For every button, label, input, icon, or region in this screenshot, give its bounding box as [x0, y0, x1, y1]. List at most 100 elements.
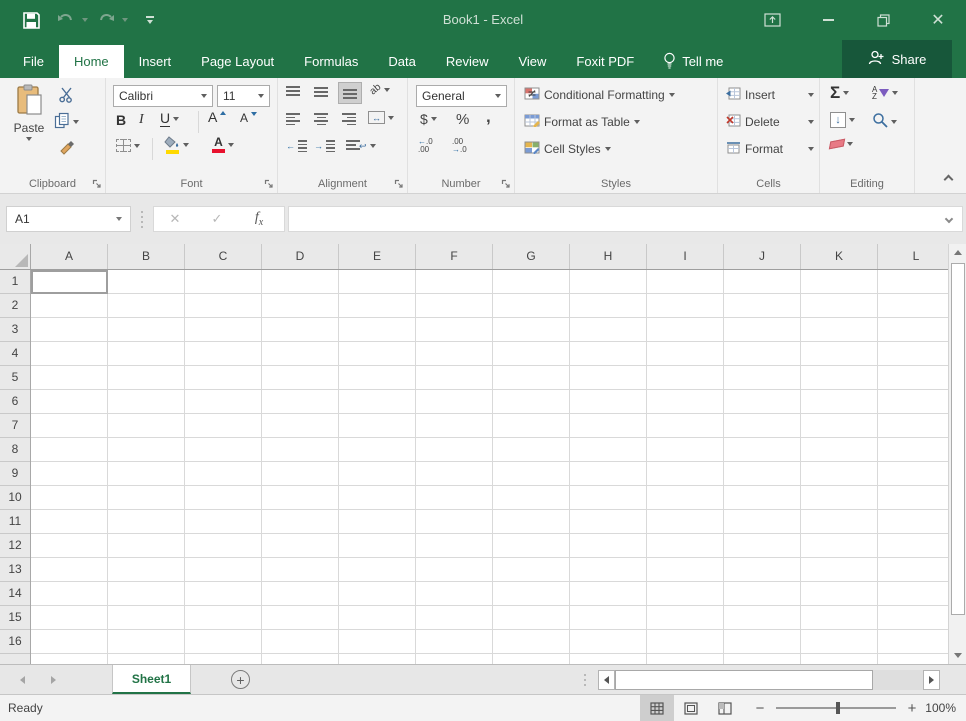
merge-center-button[interactable]: ↔ [368, 111, 394, 124]
middle-align-button[interactable] [314, 86, 328, 98]
row-header-3[interactable]: 3 [0, 318, 30, 342]
row-header-11[interactable]: 11 [0, 510, 30, 534]
scroll-right-button[interactable] [923, 669, 940, 690]
row-header-9[interactable]: 9 [0, 462, 30, 486]
row-header-13[interactable]: 13 [0, 558, 30, 582]
cell-styles-button[interactable]: Cell Styles [524, 141, 611, 157]
row-header-10[interactable]: 10 [0, 486, 30, 510]
zoom-percentage[interactable]: 100% [920, 701, 966, 715]
decrease-decimal-button[interactable]: .00 →.0 [452, 138, 467, 154]
insert-function-icon[interactable]: fx [238, 210, 280, 228]
accounting-format-button[interactable]: $ [420, 111, 437, 127]
alignment-dialog-launcher[interactable] [394, 178, 404, 188]
name-box-dropdown[interactable] [116, 217, 122, 221]
wrap-text-button[interactable]: ↩ [346, 140, 376, 152]
sheet-tab-sheet1[interactable]: Sheet1 [112, 665, 191, 694]
ribbon-display-options-icon[interactable] [760, 0, 784, 40]
font-size-combo[interactable]: 11 [217, 85, 270, 107]
underline-button[interactable]: U [160, 111, 180, 127]
horizontal-scrollbar[interactable] [598, 669, 940, 690]
column-header-E[interactable]: E [339, 244, 416, 269]
bottom-align-button[interactable] [338, 82, 362, 104]
sort-filter-button[interactable]: AZ [872, 86, 899, 101]
clear-button[interactable] [828, 138, 853, 150]
tab-view[interactable]: View [503, 45, 561, 78]
align-right-button[interactable] [342, 113, 356, 125]
page-break-preview-button[interactable] [708, 695, 742, 721]
spreadsheet-cells[interactable] [31, 270, 948, 664]
zoom-out-button[interactable]: − [752, 700, 768, 717]
prev-sheet-arrow[interactable] [20, 675, 25, 684]
formula-input[interactable] [288, 206, 963, 232]
minimize-button[interactable] [816, 0, 840, 40]
align-left-button[interactable] [286, 113, 300, 125]
paste-button[interactable]: Paste [8, 84, 50, 162]
cancel-icon[interactable]: ✕ [154, 211, 196, 227]
decrease-indent-button[interactable]: ← [286, 140, 307, 152]
format-as-table-button[interactable]: Format as Table [524, 114, 640, 130]
new-sheet-button[interactable]: + [231, 670, 250, 689]
row-header-8[interactable]: 8 [0, 438, 30, 462]
scroll-down-button[interactable] [950, 647, 966, 664]
column-header-A[interactable]: A [31, 244, 108, 269]
row-header-16[interactable]: 16 [0, 630, 30, 654]
column-header-K[interactable]: K [801, 244, 878, 269]
row-header-14[interactable]: 14 [0, 582, 30, 606]
zoom-slider[interactable] [776, 702, 896, 714]
percent-style-button[interactable]: % [456, 111, 469, 128]
column-header-F[interactable]: F [416, 244, 493, 269]
tab-review[interactable]: Review [431, 45, 504, 78]
fill-button[interactable]: ↓ [830, 112, 855, 128]
restore-button[interactable] [871, 0, 895, 40]
row-header-6[interactable]: 6 [0, 390, 30, 414]
tab-bar-drag-handle[interactable] [584, 673, 586, 686]
expand-formula-bar-icon[interactable] [944, 214, 954, 224]
next-sheet-arrow[interactable] [51, 675, 56, 684]
column-header-L[interactable]: L [878, 244, 948, 269]
row-header-15[interactable]: 15 [0, 606, 30, 630]
scroll-left-button[interactable] [598, 669, 615, 690]
grow-font-button[interactable]: A [208, 109, 227, 125]
find-select-button[interactable] [872, 112, 897, 131]
vertical-scroll-thumb[interactable] [950, 263, 965, 615]
cut-button[interactable] [58, 86, 75, 106]
increase-indent-button[interactable]: → [314, 140, 335, 152]
autosum-button[interactable]: Σ [830, 83, 850, 103]
share-button[interactable]: Share [842, 40, 952, 78]
row-header-5[interactable]: 5 [0, 366, 30, 390]
increase-decimal-button[interactable]: ←.0.00 [418, 138, 433, 154]
delete-cells-button[interactable]: Delete [726, 114, 814, 130]
font-dialog-launcher[interactable] [264, 178, 274, 188]
column-header-D[interactable]: D [262, 244, 339, 269]
bold-button[interactable]: B [116, 112, 126, 128]
orientation-button[interactable]: ab [368, 82, 391, 97]
format-cells-button[interactable]: Format [726, 141, 814, 157]
borders-button[interactable] [116, 139, 140, 152]
tab-insert[interactable]: Insert [124, 45, 187, 78]
shrink-font-button[interactable]: A [240, 111, 258, 125]
column-header-B[interactable]: B [108, 244, 185, 269]
normal-view-button[interactable] [640, 695, 674, 721]
zoom-in-button[interactable]: + [904, 700, 920, 717]
number-dialog-launcher[interactable] [501, 178, 511, 188]
select-all-button[interactable] [0, 244, 31, 269]
row-header-7[interactable]: 7 [0, 414, 30, 438]
column-header-G[interactable]: G [493, 244, 570, 269]
vertical-scrollbar[interactable] [948, 244, 966, 664]
column-header-C[interactable]: C [185, 244, 262, 269]
name-box[interactable]: A1 [6, 206, 131, 232]
row-header-4[interactable]: 4 [0, 342, 30, 366]
active-cell-A1[interactable] [31, 270, 108, 294]
row-header-12[interactable]: 12 [0, 534, 30, 558]
column-header-I[interactable]: I [647, 244, 724, 269]
tab-home[interactable]: Home [58, 45, 124, 78]
font-family-combo[interactable]: Calibri [113, 85, 213, 107]
horizontal-scroll-track[interactable] [615, 669, 923, 690]
align-center-button[interactable] [314, 113, 328, 125]
conditional-formatting-button[interactable]: Conditional Formatting [524, 87, 675, 103]
row-header-2[interactable]: 2 [0, 294, 30, 318]
tab-foxit-pdf[interactable]: Foxit PDF [561, 45, 649, 78]
clipboard-dialog-launcher[interactable] [92, 178, 102, 188]
horizontal-scroll-thumb[interactable] [615, 669, 873, 690]
page-layout-view-button[interactable] [674, 695, 708, 721]
